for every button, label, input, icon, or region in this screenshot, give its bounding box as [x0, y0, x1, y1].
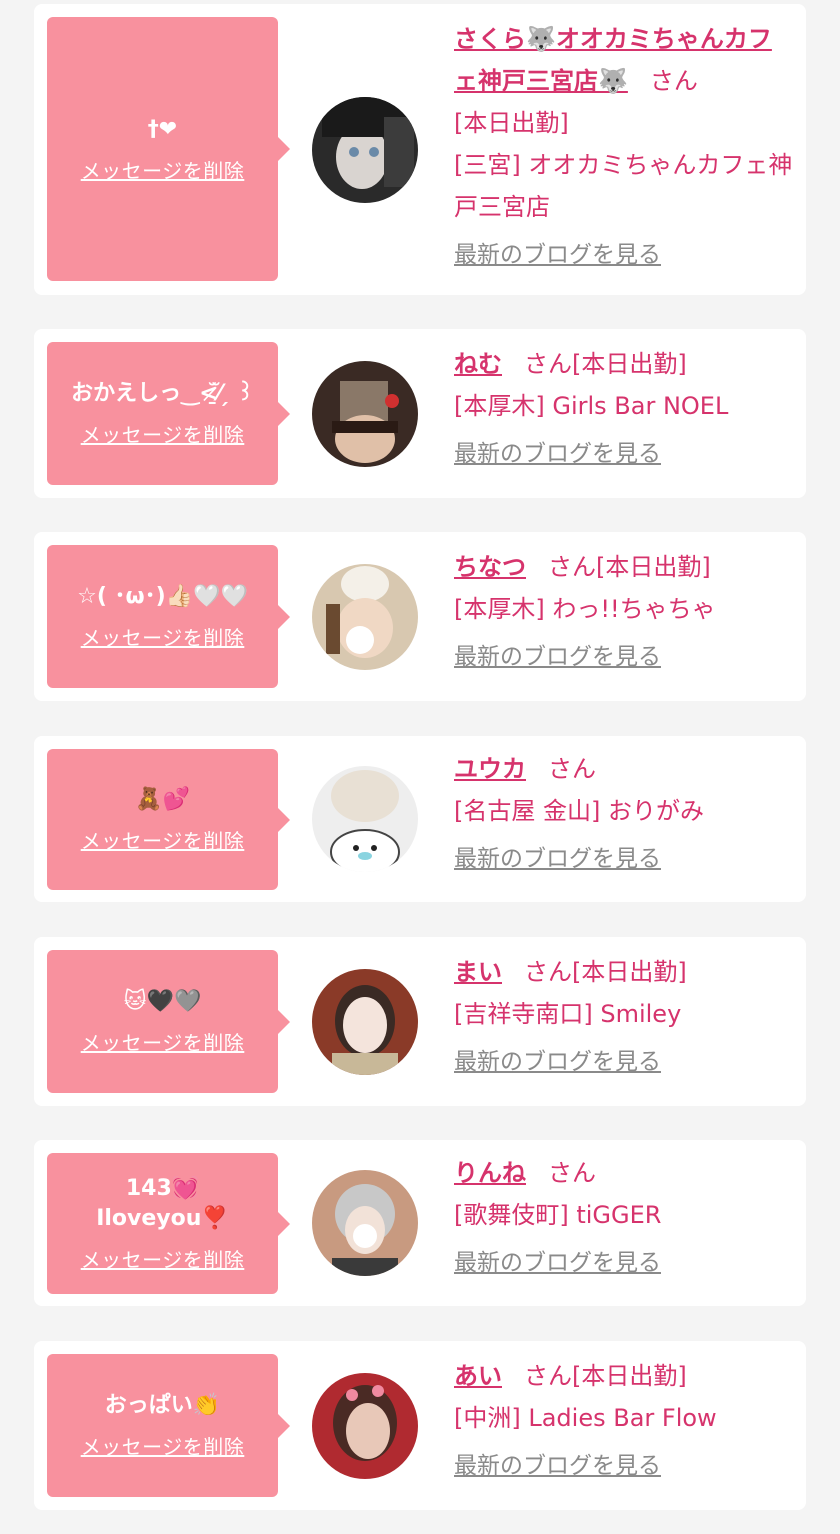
latest-blog-link[interactable]: 最新のブログを見る: [454, 1242, 661, 1284]
message-list: †❤ メッセージを削除 さくら🐺オオカミちゃんカフェ神戸三宮店🐺 さん [本日出勤…: [0, 0, 840, 1534]
message-bubble: おかえしっ‿<̷̱̆⁄̆ ̗ ꒱ メッセージを削除: [47, 342, 290, 485]
cast-info: まい さん[本日出勤] [吉祥寺南口] Smiley 最新のブログを見る: [454, 951, 794, 1083]
latest-blog-link[interactable]: 最新のブログを見る: [454, 636, 661, 678]
cast-info: ユウカ さん [名古屋 金山] おりがみ 最新のブログを見る: [454, 748, 794, 880]
avatar[interactable]: [312, 564, 418, 670]
message-text: おかえしっ‿<̷̱̆⁄̆ ̗ ꒱: [71, 381, 254, 406]
honorific: さん: [524, 958, 572, 986]
shop-name: [本厚木] Girls Bar NOEL: [454, 392, 729, 420]
cast-name-link[interactable]: さくら🐺オオカミちゃんカフェ神戸三宮店🐺: [454, 25, 772, 95]
work-status: [本日出勤]: [572, 350, 687, 378]
avatar[interactable]: [312, 361, 418, 467]
message-text: 🐱🖤🩶: [123, 989, 202, 1014]
avatar[interactable]: [312, 1170, 418, 1276]
delete-message-link[interactable]: メッセージを削除: [81, 1244, 245, 1273]
message-text: ☆( ･ω･)👍🏻🤍🤍: [77, 584, 248, 609]
work-status: [本日出勤]: [572, 1362, 687, 1390]
message-bubble: ☆( ･ω･)👍🏻🤍🤍 メッセージを削除: [47, 545, 290, 688]
message-text: †❤: [147, 116, 178, 142]
cast-info: さくら🐺オオカミちゃんカフェ神戸三宮店🐺 さん [本日出勤] [三宮] オオカミち…: [454, 18, 794, 276]
delete-message-link[interactable]: メッセージを削除: [81, 1027, 245, 1056]
cast-name-link[interactable]: あい: [454, 1362, 502, 1390]
message-bubble: 143💓 Iloveyou❣️ メッセージを削除: [47, 1153, 290, 1294]
delete-message-link[interactable]: メッセージを削除: [81, 1431, 245, 1460]
message-bubble: 🐱🖤🩶 メッセージを削除: [47, 950, 290, 1093]
latest-blog-link[interactable]: 最新のブログを見る: [454, 1041, 661, 1083]
shop-name: [中洲] Ladies Bar Flow: [454, 1404, 717, 1432]
cast-info: ねむ さん[本日出勤] [本厚木] Girls Bar NOEL 最新のブログを見…: [454, 343, 794, 475]
shop-name: [名古屋 金山] おりがみ: [454, 797, 704, 825]
message-card: おっぱい👏 メッセージを削除 あい さん[本日出勤] [中洲] Ladies Ba…: [34, 1341, 806, 1510]
message-text: 143💓 Iloveyou❣️: [96, 1176, 229, 1231]
latest-blog-link[interactable]: 最新のブログを見る: [454, 838, 661, 880]
message-card: ☆( ･ω･)👍🏻🤍🤍 メッセージを削除 ちなつ さん[本日出勤] [本厚木] わ…: [34, 532, 806, 701]
shop-name: [本厚木] わっ!!ちゃちゃ: [454, 595, 716, 623]
message-card: 🐱🖤🩶 メッセージを削除 まい さん[本日出勤] [吉祥寺南口] Smiley 最…: [34, 937, 806, 1106]
latest-blog-link[interactable]: 最新のブログを見る: [454, 433, 661, 475]
honorific: さん: [548, 755, 596, 783]
work-status: [本日出勤]: [596, 553, 711, 581]
avatar[interactable]: [312, 766, 418, 872]
delete-message-link[interactable]: メッセージを削除: [81, 155, 245, 184]
message-card: 143💓 Iloveyou❣️ メッセージを削除 りんね さん [歌舞伎町] ti…: [34, 1140, 806, 1306]
latest-blog-link[interactable]: 最新のブログを見る: [454, 234, 661, 276]
shop-name: [吉祥寺南口] Smiley: [454, 1000, 682, 1028]
delete-message-link[interactable]: メッセージを削除: [81, 419, 245, 448]
message-bubble: 🧸💕 メッセージを削除: [47, 749, 290, 890]
avatar[interactable]: [312, 97, 418, 203]
honorific: さん: [548, 1159, 596, 1187]
shop-name: [歌舞伎町] tiGGER: [454, 1201, 662, 1229]
cast-name-link[interactable]: ユウカ: [454, 755, 526, 783]
message-bubble: †❤ メッセージを削除: [47, 17, 290, 281]
cast-info: りんね さん [歌舞伎町] tiGGER 最新のブログを見る: [454, 1152, 794, 1284]
delete-message-link[interactable]: メッセージを削除: [81, 622, 245, 651]
cast-info: あい さん[本日出勤] [中洲] Ladies Bar Flow 最新のブログを見…: [454, 1355, 794, 1487]
delete-message-link[interactable]: メッセージを削除: [81, 825, 245, 854]
cast-name-link[interactable]: まい: [454, 958, 502, 986]
honorific: さん: [649, 67, 698, 95]
work-status: [本日出勤]: [572, 958, 687, 986]
honorific: さん: [524, 350, 572, 378]
cast-name-link[interactable]: ちなつ: [454, 553, 526, 581]
cast-name-link[interactable]: ねむ: [454, 350, 502, 378]
cast-name-link[interactable]: りんね: [454, 1159, 526, 1187]
shop-name: [三宮] オオカミちゃんカフェ神戸三宮店: [454, 151, 793, 221]
avatar[interactable]: [312, 969, 418, 1075]
avatar[interactable]: [312, 1373, 418, 1479]
message-bubble: おっぱい👏 メッセージを削除: [47, 1354, 290, 1497]
latest-blog-link[interactable]: 最新のブログを見る: [454, 1445, 661, 1487]
message-text: 🧸💕: [135, 787, 190, 812]
cast-info: ちなつ さん[本日出勤] [本厚木] わっ!!ちゃちゃ 最新のブログを見る: [454, 546, 794, 678]
message-card: †❤ メッセージを削除 さくら🐺オオカミちゃんカフェ神戸三宮店🐺 さん [本日出勤…: [34, 4, 806, 295]
message-card: おかえしっ‿<̷̱̆⁄̆ ̗ ꒱ メッセージを削除 ねむ さん[本日出勤] [本厚…: [34, 329, 806, 498]
honorific: さん: [548, 553, 596, 581]
message-text: おっぱい👏: [104, 1393, 221, 1418]
honorific: さん: [524, 1362, 572, 1390]
message-card: 🧸💕 メッセージを削除 ユウカ さん [名古屋 金山] おりがみ 最新のブログを見…: [34, 736, 806, 902]
work-status: [本日出勤]: [454, 109, 569, 137]
